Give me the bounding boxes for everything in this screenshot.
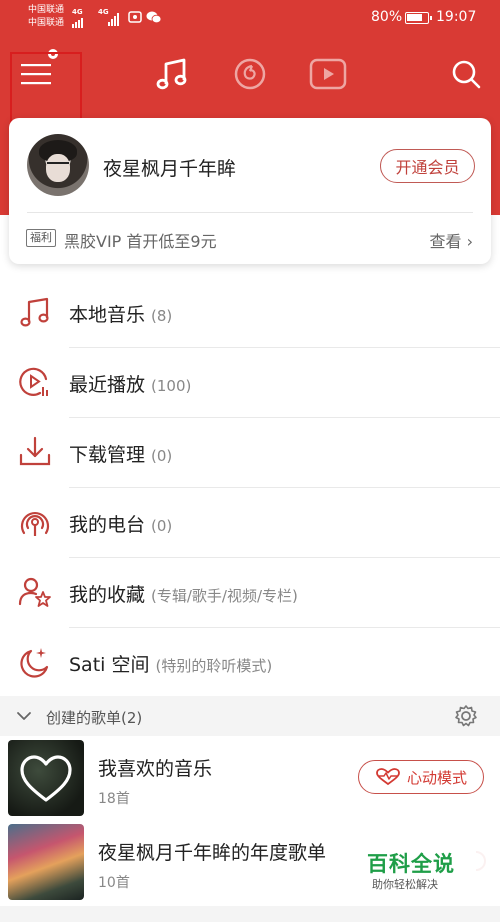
signal-icon-2 (108, 10, 119, 26)
bottom-strip (0, 906, 500, 922)
playlist-cover (8, 740, 84, 816)
clock: 19:07 (436, 9, 477, 25)
search-icon (452, 60, 481, 89)
vip-button[interactable]: 开通会员 (380, 149, 475, 183)
promo-view-link[interactable]: 查看 › (429, 228, 473, 252)
playlist-cover (8, 824, 84, 900)
menu-count: (100) (151, 377, 192, 395)
battery-level (407, 14, 423, 21)
radio-icon (20, 512, 50, 536)
menu-label-text: 我的收藏 (69, 584, 146, 606)
video-play-icon (309, 58, 347, 90)
recent-play-icon (19, 367, 48, 396)
menu-label-text: 我的电台 (69, 514, 146, 536)
menu-label: 我的收藏 (专辑/歌手/视频/专栏) (69, 580, 298, 607)
carrier-1: 中国联通 (28, 5, 65, 15)
username[interactable]: 夜星枫月千年眸 (103, 154, 236, 181)
avatar[interactable] (27, 134, 89, 196)
promo-link-label: 查看 (429, 232, 462, 251)
promo-tag: 福利 (26, 229, 56, 247)
menu-item-recent-play[interactable]: 最近播放 (100) (0, 348, 500, 418)
status-bar: 中国联通 中国联通 4G 4G 80% 19:07 (0, 0, 500, 36)
tab-video[interactable] (306, 52, 350, 96)
moon-star-icon (20, 648, 49, 678)
menu-label: Sati 空间 (特别的聆听模式) (69, 650, 272, 677)
section-title: 创建的歌单(2) (46, 709, 143, 727)
created-playlists-header[interactable]: 创建的歌单(2) (0, 696, 500, 736)
chevron-right-icon: › (466, 232, 473, 251)
carrier-labels: 中国联通 中国联通 (28, 4, 64, 30)
watermark-title: 百科全说 (367, 852, 455, 876)
menu-label-text: 最近播放 (69, 374, 146, 396)
playlist-count: 10首 (98, 875, 130, 891)
playlist-title: 我喜欢的音乐 (98, 758, 213, 780)
tab-my-music[interactable] (150, 52, 194, 96)
collect-icon (18, 577, 51, 607)
gear-icon[interactable] (454, 704, 478, 728)
battery-icon (405, 12, 432, 24)
profile-card: 夜星枫月千年眸 开通会员 福利 黑胶VIP 首开低至9元 查看 › (9, 118, 491, 264)
menu-label: 本地音乐 (8) (69, 300, 172, 327)
music-note-icon (20, 297, 49, 327)
menu-count: (专辑/歌手/视频/专栏) (151, 587, 298, 605)
menu-item-local-music[interactable]: 本地音乐 (8) (0, 278, 500, 348)
battery-percent: 80% (371, 9, 403, 25)
search-button[interactable] (444, 52, 488, 96)
playlist-row-liked[interactable]: 我喜欢的音乐 18首 心动模式 (0, 736, 500, 822)
menu-count: (8) (151, 307, 173, 325)
promo-text[interactable]: 黑胶VIP 首开低至9元 (64, 228, 217, 252)
download-icon (19, 436, 51, 466)
netease-radio-icon (234, 58, 266, 90)
carrier-2: 中国联通 (28, 18, 65, 28)
chevron-down-icon (17, 712, 31, 720)
heartbeat-mode-button[interactable]: 心动模式 (358, 760, 484, 794)
menu-label-text: 下载管理 (69, 444, 146, 466)
menu-label: 我的电台 (0) (69, 510, 172, 537)
menu-item-download[interactable]: 下载管理 (0) (0, 418, 500, 488)
menu-label: 最近播放 (100) (69, 370, 191, 397)
notification-icon (128, 11, 142, 23)
menu-label-text: Sati 空间 (69, 654, 150, 676)
menu-count: (0) (151, 517, 173, 535)
heartbeat-mode-label: 心动模式 (406, 768, 467, 787)
heart-cover-icon (20, 755, 72, 802)
wechat-icon (146, 11, 162, 24)
music-note-icon (156, 58, 187, 90)
menu-item-sati[interactable]: Sati 空间 (特别的聆听模式) (0, 628, 500, 698)
tab-discover[interactable] (228, 52, 272, 96)
menu-item-radio[interactable]: 我的电台 (0) (0, 488, 500, 558)
menu-count: (特别的聆听模式) (155, 657, 273, 675)
watermark: 百科全说 助你轻松解决 (363, 846, 493, 896)
heartbeat-icon (376, 768, 400, 786)
playlist-title: 夜星枫月千年眸的年度歌单 (98, 842, 327, 864)
menu-label-text: 本地音乐 (69, 304, 146, 326)
playlist-count: 18首 (98, 791, 130, 807)
watermark-subtitle: 助你轻松解决 (372, 878, 438, 891)
avatar-face (46, 154, 70, 182)
avatar-glasses (47, 162, 69, 167)
menu-item-collection[interactable]: 我的收藏 (专辑/歌手/视频/专栏) (0, 558, 500, 628)
card-divider (27, 212, 473, 213)
menu-count: (0) (151, 447, 173, 465)
signal-icon-1 (72, 12, 83, 28)
menu-label: 下载管理 (0) (69, 440, 172, 467)
